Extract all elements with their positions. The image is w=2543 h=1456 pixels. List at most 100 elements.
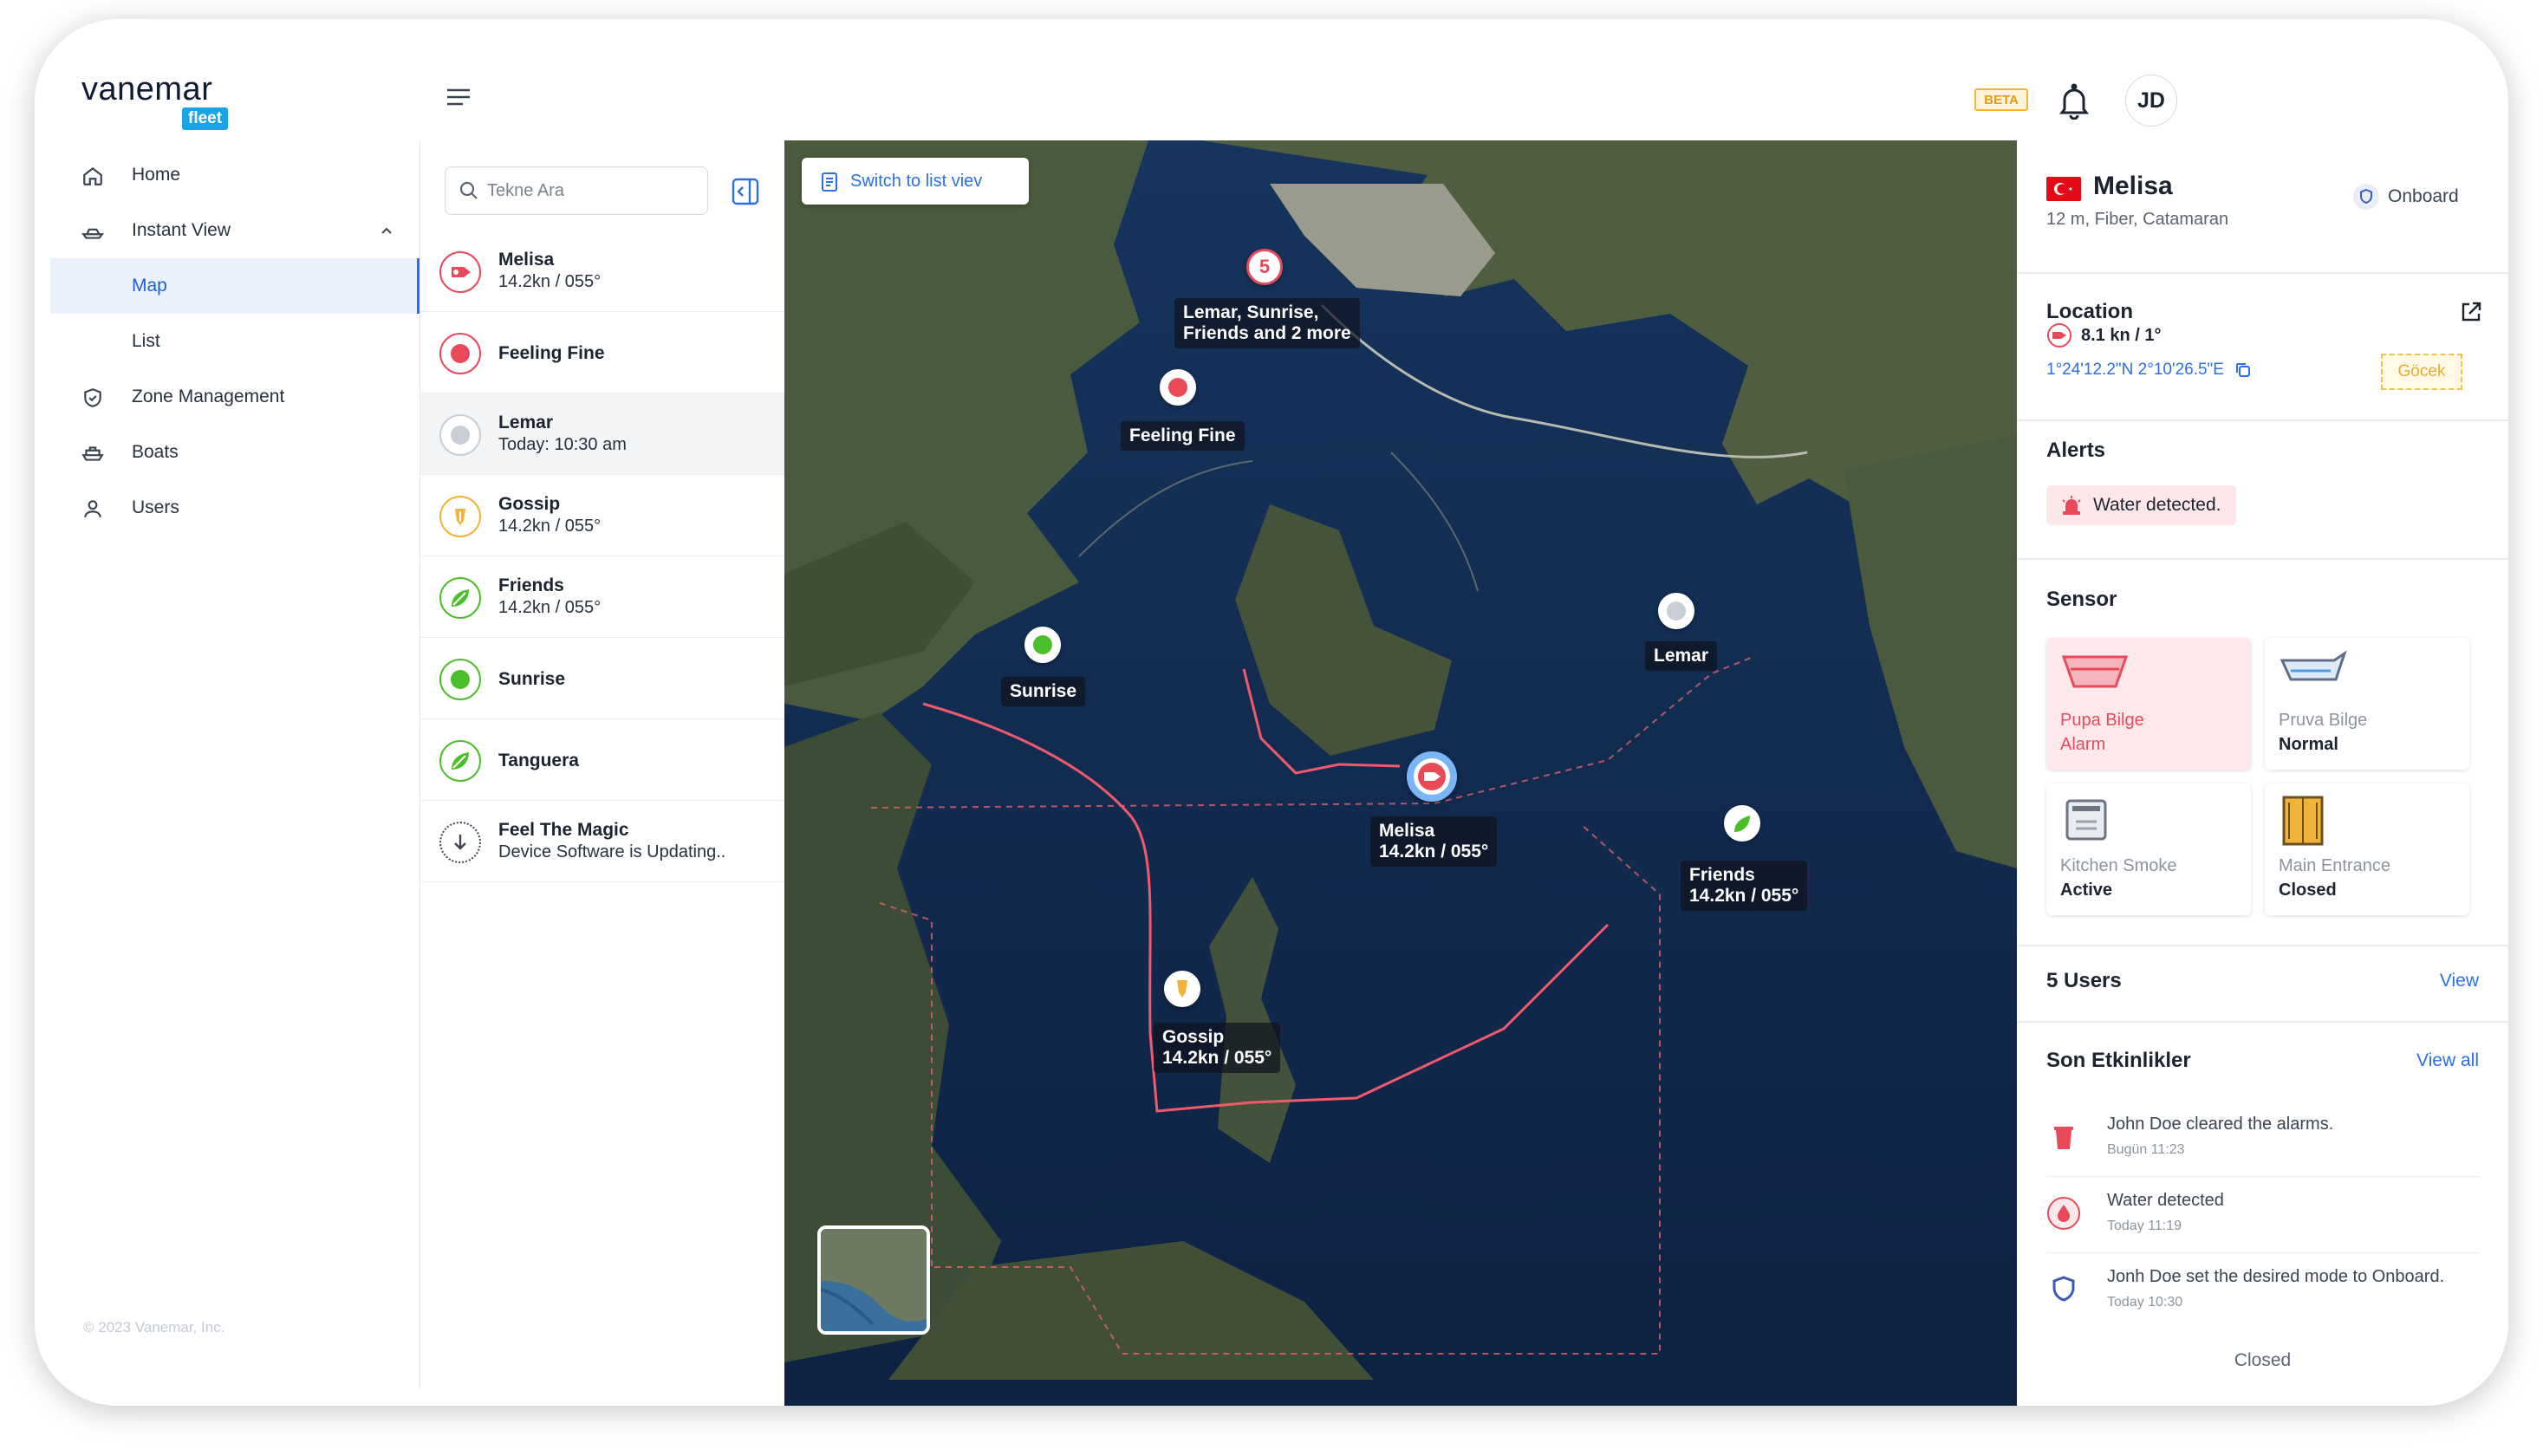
shield-icon <box>2353 184 2379 210</box>
copyright: © 2023 Vanemar, Inc. <box>83 1319 225 1336</box>
sidebar-item-map[interactable]: Map <box>50 258 419 314</box>
sensor-name: Kitchen Smoke <box>2060 856 2177 875</box>
sidebar-item-label: List <box>132 331 160 351</box>
activity-title: Son Etkinlikler <box>2046 1049 2191 1072</box>
ship-icon <box>81 446 104 461</box>
sensor-state: Alarm <box>2060 735 2106 754</box>
boat-motor-icon <box>2047 323 2071 348</box>
coordinates-value: 1°24'12.2"N 2°10'26.5"E <box>2046 361 2224 379</box>
users-view-link[interactable]: View <box>2440 971 2479 991</box>
boat-motor-icon <box>1418 763 1446 790</box>
vessel-status: 14.2kn / 055° <box>498 517 602 536</box>
chevron-up-icon[interactable] <box>378 222 395 239</box>
vessel-list-item[interactable]: Sunrise <box>420 638 784 719</box>
vessel-status: 14.2kn / 055° <box>498 272 602 291</box>
brand-logo[interactable]: vanemar fleet <box>81 71 246 132</box>
sidebar-item-instant-view[interactable]: Instant View <box>50 203 419 258</box>
vessel-list-item[interactable]: Friends 14.2kn / 055° <box>420 556 784 638</box>
map-view[interactable]: Switch to list viev 5 Lemar, Sunrise, Fri… <box>784 140 2017 1406</box>
brand-wordmark: vanemar <box>81 71 213 107</box>
sensor-state: Closed <box>2279 881 2337 900</box>
activity-text: Water detected <box>2107 1191 2224 1210</box>
door-icon <box>2282 796 2324 846</box>
activity-view-all-link[interactable]: View all <box>2416 1050 2479 1071</box>
map-label-name: Friends <box>1689 865 1755 885</box>
map-marker-gossip[interactable] <box>1164 971 1200 1007</box>
sidebar-item-label: Zone Management <box>132 387 285 406</box>
vessel-list-item[interactable]: Gossip 14.2kn / 055° <box>420 475 784 556</box>
brand-fleet-badge: fleet <box>182 107 229 130</box>
sidebar-item-boats[interactable]: Boats <box>50 425 419 480</box>
sensor-card-pupa-bilge[interactable]: Pupa Bilge Alarm <box>2046 638 2251 770</box>
sensor-title: Sensor <box>2046 588 2117 611</box>
sidebar-item-label: Map <box>132 276 167 296</box>
vessel-list-item[interactable]: Feeling Fine <box>420 312 784 393</box>
map-marker-sunrise[interactable] <box>1024 627 1061 663</box>
copy-icon[interactable] <box>2234 361 2252 379</box>
vessel-list-item[interactable]: Feel The Magic Device Software is Updati… <box>420 801 784 882</box>
map-label: Lemar <box>1645 641 1718 671</box>
mode-indicator[interactable]: Onboard <box>2353 184 2459 210</box>
shield-icon <box>2052 1276 2075 1302</box>
map-marker-lemar[interactable] <box>1658 593 1694 629</box>
activity-time: Today 10:30 <box>2107 1295 2183 1310</box>
vessel-status: Today: 10:30 am <box>498 435 627 454</box>
bell-icon[interactable] <box>2058 83 2091 120</box>
panel-closed-label[interactable]: Closed <box>2017 1350 2508 1371</box>
map-marker-melisa[interactable] <box>1407 751 1457 802</box>
vessel-name: Sunrise <box>498 669 566 689</box>
sensor-card-kitchen-smoke[interactable]: Kitchen Smoke Active <box>2046 783 2251 915</box>
alert-item[interactable]: Water detected. <box>2046 485 2237 525</box>
sail-icon <box>439 577 481 619</box>
alarm-siren-icon <box>2062 496 2081 515</box>
divider <box>2017 945 2508 946</box>
sensor-card-main-entrance[interactable]: Main Entrance Closed <box>2265 783 2469 915</box>
switch-to-list-button[interactable]: Switch to list viev <box>802 158 1029 205</box>
sidebar-item-home[interactable]: Home <box>50 147 419 203</box>
search-input[interactable]: Tekne Ara <box>445 166 708 215</box>
divider <box>2017 558 2508 560</box>
vessel-list-item[interactable]: Lemar Today: 10:30 am <box>420 393 784 475</box>
sidebar-item-list[interactable]: List <box>50 314 419 369</box>
map-layer-toggle[interactable] <box>817 1225 930 1335</box>
map-marker-friends[interactable] <box>1724 805 1760 842</box>
bilge-stern-icon <box>2061 655 2129 688</box>
sidebar-item-users[interactable]: Users <box>50 480 419 536</box>
collapse-panel-icon[interactable] <box>731 177 760 206</box>
vessel-list-item[interactable]: Melisa 14.2kn / 055° <box>420 231 784 312</box>
location-speed: 8.1 kn / 1° <box>2046 322 2162 348</box>
divider <box>2017 1021 2508 1023</box>
external-link-icon[interactable] <box>2459 300 2483 324</box>
vessel-name: Tanguera <box>498 751 579 770</box>
vessel-name: Lemar <box>498 413 554 432</box>
menu-icon[interactable] <box>446 87 472 107</box>
sidebar-item-label: Users <box>132 497 179 517</box>
activity-item: Water detected Today 11:19 <box>2046 1179 2480 1253</box>
map-cluster-marker[interactable]: 5 <box>1246 249 1283 285</box>
vessel-list-item[interactable]: Tanguera <box>420 719 784 801</box>
vessel-name: Feel The Magic <box>498 820 629 840</box>
status-dot-icon <box>439 414 481 456</box>
activity-time: Bugün 11:23 <box>2107 1142 2185 1157</box>
sensor-card-pruva-bilge[interactable]: Pruva Bilge Normal <box>2265 638 2469 770</box>
sidebar-item-label: Instant View <box>132 220 231 240</box>
location-coordinates: 1°24'12.2"N 2°10'26.5"E <box>2046 361 2252 380</box>
map-label: Sunrise <box>1001 677 1086 706</box>
location-title: Location <box>2046 300 2133 323</box>
sensor-name: Pruva Bilge <box>2279 711 2368 730</box>
vessel-list-panel: Tekne Ara Melisa 14.2kn / 055° Feeling F… <box>420 140 784 1388</box>
sidebar-item-label: Home <box>132 165 181 185</box>
activity-text: John Doe cleared the alarms. <box>2107 1115 2334 1134</box>
mode-label: Onboard <box>2388 186 2459 206</box>
anchor-drop-icon <box>1177 980 1187 998</box>
map-marker-feeling-fine[interactable] <box>1160 369 1196 406</box>
place-badge: Göcek <box>2381 354 2462 390</box>
sensor-name: Pupa Bilge <box>2060 711 2144 730</box>
vessel-title: Melisa <box>2093 172 2173 200</box>
sensor-name: Main Entrance <box>2279 856 2390 875</box>
users-title: 5 Users <box>2046 969 2122 992</box>
user-avatar[interactable]: JD <box>2125 75 2177 127</box>
sidebar-item-zone-management[interactable]: Zone Management <box>50 369 419 425</box>
search-icon <box>459 181 478 199</box>
app-window: vanemar fleet Home Instant View Map List… <box>35 19 2508 1406</box>
